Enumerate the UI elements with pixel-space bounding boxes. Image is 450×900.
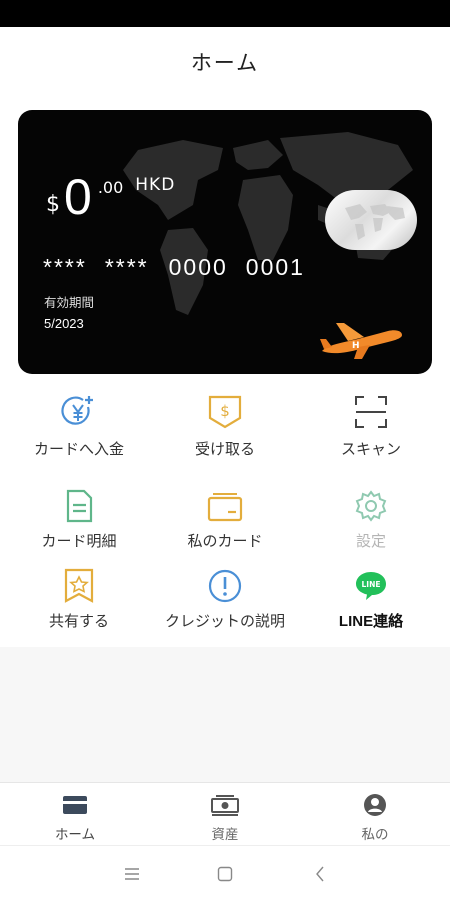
action-label: LINE連絡 [338,613,404,630]
action-my-card[interactable]: 私のカード [150,486,300,556]
action-credit-info[interactable]: クレジットの説明 [150,566,300,636]
home-button-icon[interactable] [215,864,235,884]
action-receive[interactable]: $ 受け取る [150,390,300,470]
user-icon [364,794,386,816]
action-card-statement[interactable]: カード明細 [4,486,154,556]
system-navigation-bar [0,845,450,900]
action-label: スキャン [340,440,401,458]
currency-symbol: $ [46,192,60,217]
balance-cents: .00 [97,178,124,197]
wallet-card-icon [207,493,243,522]
expiry-label: 有効期間 [44,295,95,310]
balance-amount: 0 [64,169,92,225]
action-label: カード明細 [41,532,117,550]
line-badge-text: LINE [362,580,381,589]
dollar-receive-icon: $ [208,395,242,429]
tab-label: 私の [361,827,389,843]
action-share[interactable]: 共有する [4,566,154,636]
action-label: 共有する [48,612,109,630]
info-icon [208,569,242,603]
tab-label: 資産 [211,827,239,843]
action-scan[interactable]: スキャン [296,390,446,470]
gear-icon [355,490,387,522]
line-icon: LINE [356,572,386,600]
menu-icon[interactable] [122,864,142,884]
action-label: クレジットの説明 [164,612,285,630]
tab-profile[interactable]: 私の [300,783,450,846]
page-title: ホーム [190,51,260,75]
svg-text:$: $ [220,402,230,420]
card-number-group: 0001 [245,254,305,280]
card-number-group: **** [104,254,149,280]
card-balance: $ 0 .00 HKD [46,170,175,224]
money-icon [211,795,239,816]
card-icon [63,796,87,814]
back-icon[interactable] [310,864,330,884]
app-header: ホーム [0,27,450,97]
status-bar [0,0,450,27]
action-label: 私のカード [187,532,263,550]
action-label: 受け取る [194,440,255,458]
action-top-up[interactable]: カードへ入金 [4,390,154,470]
balance-card[interactable]: $ 0 .00 HKD **** **** 0000 0001 有効期間 5/2… [18,110,432,374]
scan-icon [355,396,387,428]
svg-text:H: H [352,341,360,351]
airplane-logo-icon: H [320,323,402,359]
currency-code: HKD [135,175,176,195]
expiry-value: 5/2023 [44,316,84,331]
card-number: **** **** 0000 0001 [43,254,305,281]
card-chip-icon [325,190,417,250]
tab-label: ホーム [54,827,96,843]
share-star-icon [64,568,94,603]
action-label: カードへ入金 [33,440,124,458]
bottom-tab-bar: ホーム 資産 私の [0,782,450,845]
action-line-contact[interactable]: LINE LINE連絡 [296,566,446,636]
action-settings[interactable]: 設定 [296,486,446,556]
card-number-group: **** [43,254,87,280]
card-number-group: 0000 [168,254,228,280]
action-label: 設定 [355,532,386,550]
tab-home[interactable]: ホーム [0,783,150,846]
tab-assets[interactable]: 資産 [150,783,300,846]
document-icon [66,489,93,523]
yen-plus-icon [61,396,93,425]
